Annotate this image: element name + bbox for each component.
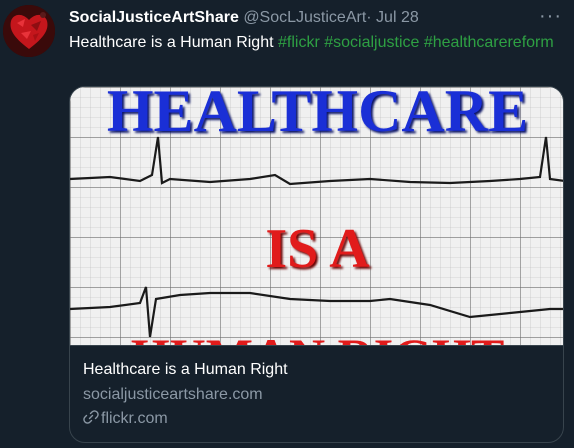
more-horizontal-icon[interactable]: ··· [539, 6, 562, 26]
tweet-header: SocialJusticeArtShare @SocLJusticeArt· J… [69, 8, 419, 28]
card-info[interactable]: Healthcare is a Human Right socialjustic… [70, 345, 563, 442]
card-description: socialjusticeartshare.com [83, 386, 263, 403]
card-domain: flickr.com [83, 408, 552, 430]
image-text-is-a: IS A [265, 218, 370, 280]
card-title: Healthcare is a Human Right [83, 361, 288, 378]
image-text-healthcare: HEALTHCARE [106, 87, 529, 144]
separator: · [366, 9, 372, 26]
display-name[interactable]: SocialJusticeArtShare [69, 9, 239, 26]
link-card[interactable]: HEALTHCARE IS A HUMAN RIGHT Healthcare i… [69, 86, 564, 443]
hashtag-link[interactable]: #healthcarereform [424, 34, 554, 51]
image-text-human-right: HUMAN RIGHT [70, 327, 563, 345]
tweet[interactable]: SocialJusticeArtShare @SocLJusticeArt· J… [0, 0, 574, 448]
avatar-image [3, 5, 55, 57]
hashtag-link[interactable]: #socialjustice [324, 34, 419, 51]
tweet-text-content: Healthcare is a Human Right [69, 34, 274, 51]
card-domain-text: flickr.com [101, 410, 168, 427]
tweet-text: Healthcare is a Human Right #flickr #soc… [69, 32, 559, 54]
user-handle[interactable]: @SocLJusticeArt [243, 9, 366, 26]
link-icon [83, 410, 99, 424]
hashtag-link[interactable]: #flickr [278, 34, 320, 51]
tweet-date[interactable]: Jul 28 [376, 9, 419, 26]
card-image[interactable]: HEALTHCARE IS A HUMAN RIGHT [70, 87, 563, 345]
avatar[interactable] [3, 5, 55, 57]
